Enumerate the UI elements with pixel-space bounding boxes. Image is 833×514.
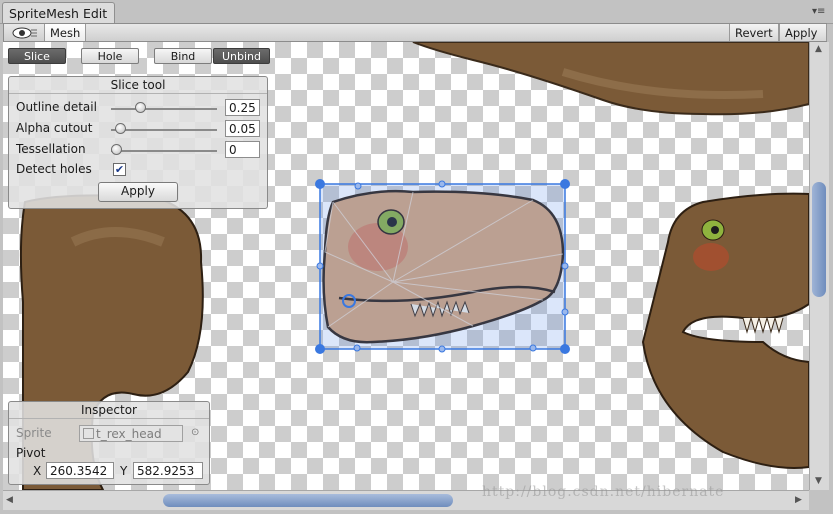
apply-button[interactable]: Apply [779,24,827,41]
scroll-up-icon[interactable]: ▲ [815,44,822,54]
detect-holes-checkbox[interactable]: ✔ [113,163,126,176]
vertical-scroll-thumb[interactable] [812,182,826,297]
scroll-right-icon[interactable]: ▶ [795,495,802,505]
vertical-scrollbar[interactable]: ▲ ▼ [809,42,829,490]
trex-jaw-sprite [641,192,809,469]
sprite-asset-icon [83,428,94,439]
revert-button[interactable]: Revert [729,24,779,41]
toolbar: Mesh Revert Apply [3,23,827,42]
horizontal-scroll-thumb[interactable] [163,494,453,507]
tessellation-label: Tessellation [16,142,86,156]
scroll-left-icon[interactable]: ◀ [6,495,13,505]
slice-tool-panel: Slice tool Outline detail 0.25 Alpha cut… [8,76,268,209]
sprite-label: Sprite [16,426,52,440]
pivot-x-label: X [33,464,42,478]
tab-mesh[interactable]: Mesh [44,24,87,41]
outline-detail-field[interactable]: 0.25 [225,99,260,116]
outline-detail-label: Outline detail [16,100,97,114]
bind-mode-button[interactable]: Bind [154,48,212,64]
tessellation-field[interactable]: 0 [225,141,260,158]
inspector-panel: Inspector Sprite t_rex_head ⊙ Pivot X 26… [8,401,210,485]
pivot-x-field[interactable]: 260.3542 [46,462,114,479]
sprite-object-field[interactable]: t_rex_head [79,425,183,442]
object-picker-icon[interactable]: ⊙ [191,427,199,438]
outline-detail-track [111,108,217,110]
slice-apply-button[interactable]: Apply [98,182,178,202]
alpha-cutout-label: Alpha cutout [16,121,93,135]
pivot-y-label: Y [120,464,128,478]
pivot-y-field[interactable]: 582.9253 [133,462,203,479]
alpha-cutout-track [111,129,217,131]
alpha-cutout-slider[interactable] [115,123,126,134]
slice-tool-title: Slice tool [9,77,267,94]
hole-mode-button[interactable]: Hole [81,48,139,64]
slice-mode-button[interactable]: Slice [8,48,66,64]
detect-holes-label: Detect holes [16,162,92,176]
outline-detail-slider[interactable] [135,102,146,113]
window-tab[interactable]: SpriteMesh Edit [2,2,115,24]
unbind-mode-button[interactable]: Unbind [213,48,270,64]
alpha-cutout-field[interactable]: 0.05 [225,120,260,137]
checkmark-icon: ✔ [114,163,125,176]
inspector-title: Inspector [9,402,209,419]
watermark: http://blog.csdn.net/hibernate [482,484,725,500]
window-title: SpriteMesh Edit [9,6,108,21]
pivot-label: Pivot [16,446,46,460]
tessellation-track [111,150,217,152]
scroll-down-icon[interactable]: ▼ [815,476,822,486]
trex-head-sprite[interactable] [315,179,570,354]
eye-icon[interactable] [10,25,40,39]
sprite-value: t_rex_head [96,427,162,441]
tessellation-slider[interactable] [111,144,122,155]
trex-body-sprite [412,42,809,116]
window-menu-icon[interactable]: ▾≡ [812,6,830,20]
